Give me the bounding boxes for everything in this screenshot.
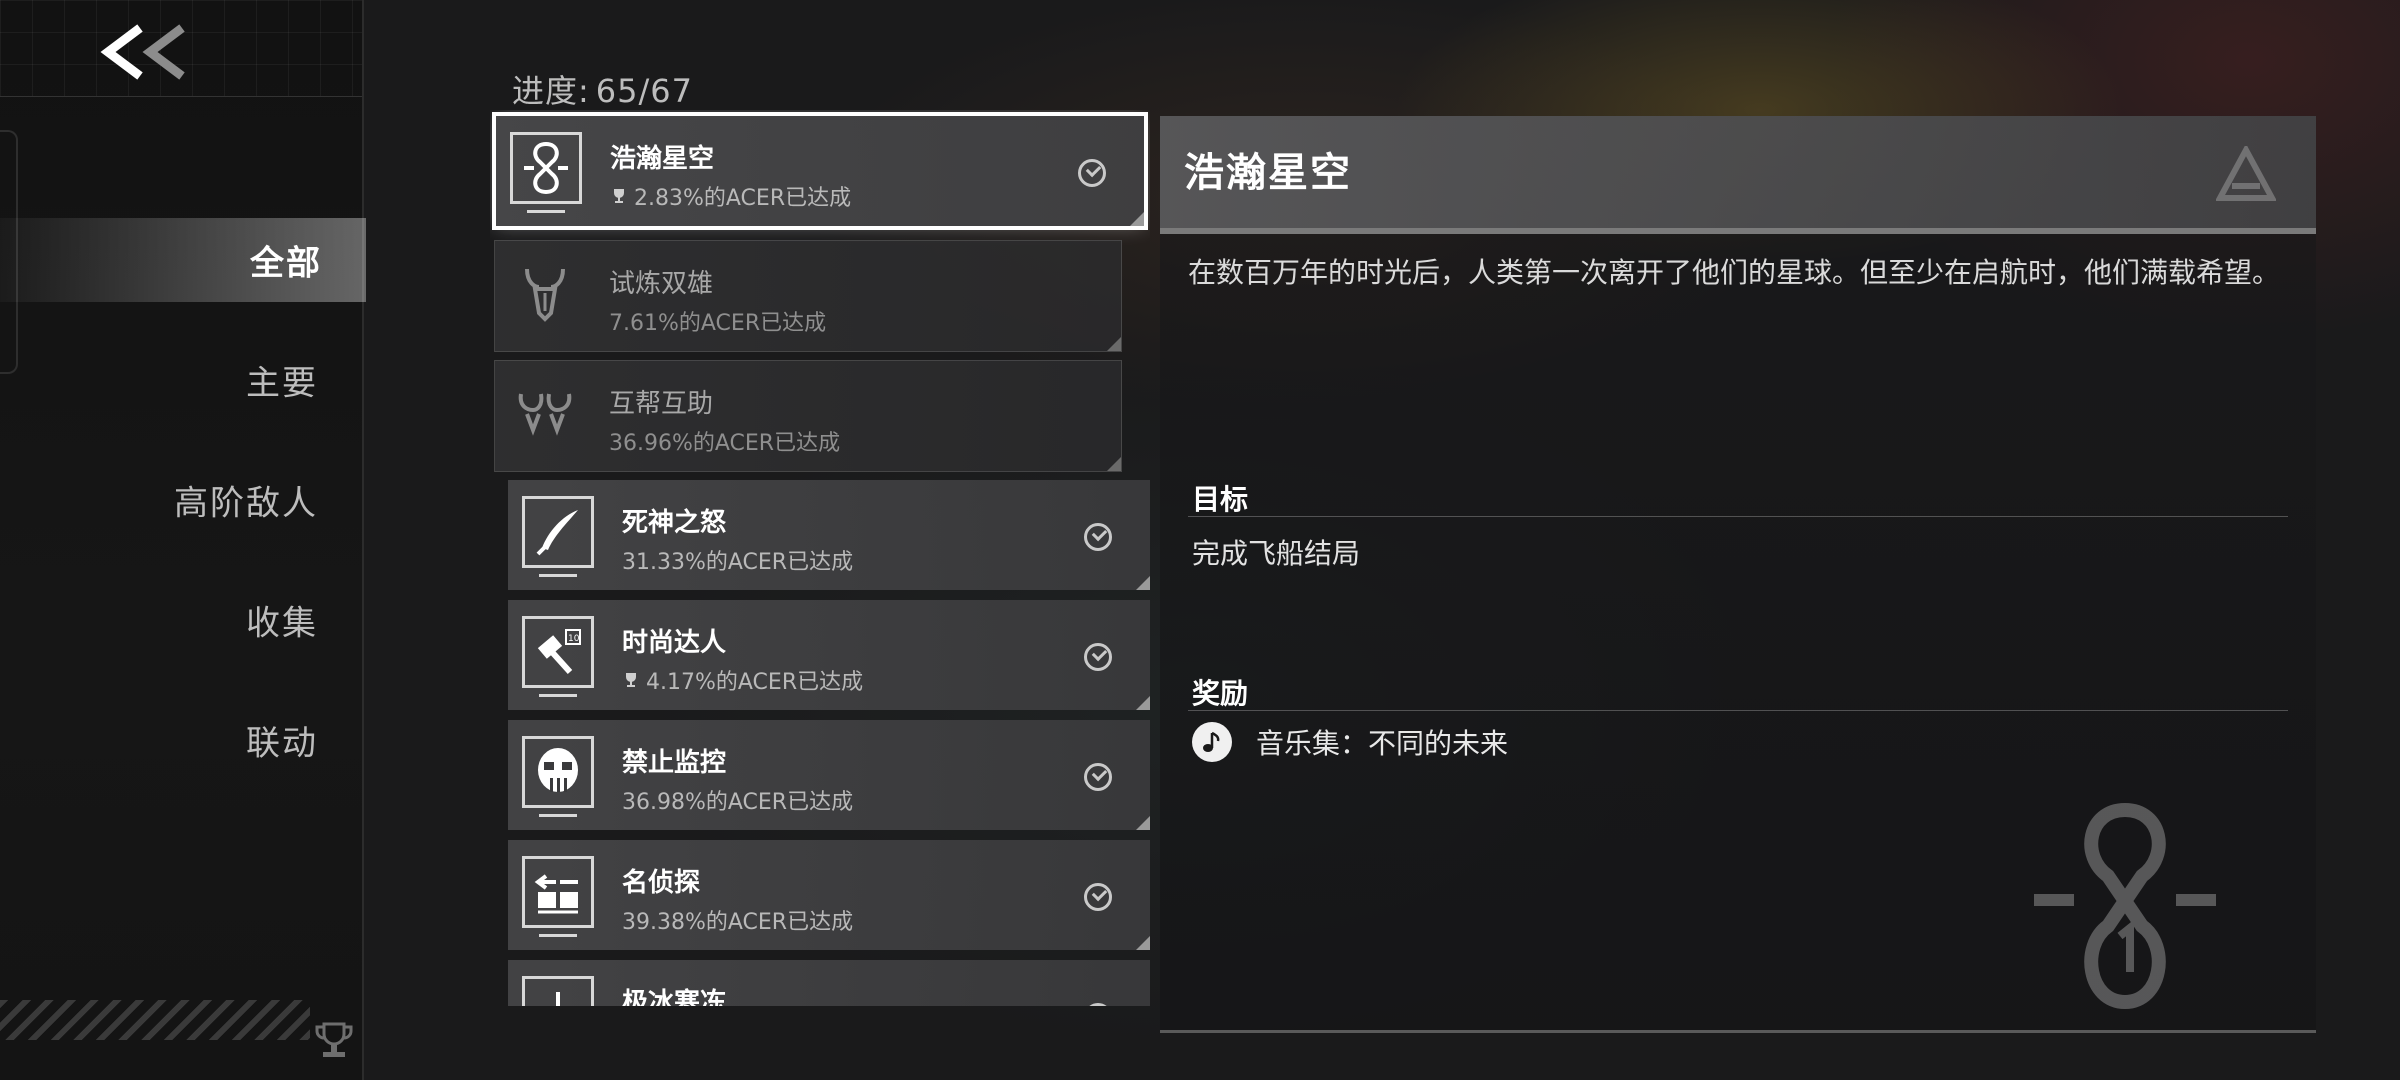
goal-label: 目标 [1192,483,1249,516]
nav-item-collection[interactable]: 收集 [0,578,362,662]
achievement-card[interactable]: 极冰寒冻 [508,960,1150,1006]
trophy-icon [626,673,636,687]
nav-item-elite-enemies[interactable]: 高阶敌人 [0,458,362,542]
nav-label: 全部 [250,243,322,284]
nav-label: 高阶敌人 [174,483,318,524]
achievement-rate-text: 36.98%的ACER已达成 [622,790,854,815]
reward-divider [1188,710,2288,711]
nav-label: 联动 [246,723,318,764]
hammer-10-icon: 10 [522,616,594,697]
detail-description: 在数百万年的时光后，人类第一次离开了他们的星球。但至少在启航时，他们满载希望。 [1188,256,2281,289]
achievement-rate: 2.83%的ACER已达成 [610,180,851,212]
progress-value: 65/67 [595,72,694,110]
completed-check-icon [1084,883,1112,911]
back-button[interactable] [96,14,196,90]
achievement-card[interactable]: 互帮互助 36.96%的ACER已达成 [494,360,1122,472]
achievement-rate-text: 7.61%的ACER已达成 [609,311,827,336]
double-chevron-left-icon [100,24,185,80]
card-corner [1136,936,1150,950]
trophy-icon [312,1018,356,1062]
detail-title: 浩瀚星空 [1184,150,1352,196]
achievement-rate: 7.61%的ACER已达成 [609,305,826,337]
achievement-card[interactable]: 死神之怒 31.33%的ACER已达成 [508,480,1150,590]
infinity-emblem-icon [2034,802,2216,1010]
achievement-rate-text: 36.96%的ACER已达成 [609,431,841,456]
achievement-title: 试炼双雄 [609,269,714,299]
completed-check-icon [1084,523,1112,551]
goal-text: 完成飞船结局 [1192,537,1361,570]
card-corner [1136,696,1150,710]
achievement-list[interactable]: 浩瀚星空 2.83%的ACER已达成 试炼双雄 7.61%的ACER已达成 互帮… [490,110,1150,1006]
achievement-card[interactable]: 名侦探 39.38%的ACER已达成 [508,840,1150,950]
achievement-rate: 36.96%的ACER已达成 [609,425,840,457]
detail-header: 浩瀚星空 [1160,116,2316,234]
nav-item-main[interactable]: 主要 [0,338,362,422]
achievement-rate: 36.98%的ACER已达成 [622,784,853,816]
achievement-title: 死神之怒 [622,508,727,538]
card-corner [1107,337,1121,351]
achievement-rate: 31.33%的ACER已达成 [622,544,853,576]
svg-text:10: 10 [568,634,580,644]
magnifier-icon [522,856,594,937]
achievement-rate-text: 4.17%的ACER已达成 [646,670,864,695]
progress-indicator: 进度: 65/67 [512,66,693,112]
nav-item-collab[interactable]: 联动 [0,698,362,782]
card-corner [1136,816,1150,830]
card-corner [1107,457,1121,471]
trophy-icon [614,189,624,203]
card-corner [1136,576,1150,590]
card-corner [1130,212,1144,226]
achievement-card[interactable]: 10 时尚达人 4.17%的ACER已达成 [508,600,1150,710]
nav-item-all[interactable]: 全部 [0,218,366,302]
completed-check-icon [1078,159,1106,187]
achievement-title: 时尚达人 [622,628,727,658]
achievement-rate-text: 2.83%的ACER已达成 [634,186,852,211]
completed-check-icon [1084,643,1112,671]
achievement-title: 名侦探 [622,868,701,898]
achievement-title: 禁止监控 [622,748,727,778]
achievement-title: 极冰寒冻 [622,988,727,1006]
horned-helmet-icon [509,257,581,329]
reward-item: 音乐集：不同的未来 [1192,722,1508,762]
achievement-rate-text: 31.33%的ACER已达成 [622,550,854,575]
nav-label: 主要 [246,363,318,404]
achievement-rate: 39.38%的ACER已达成 [622,904,853,936]
achievement-rate: 4.17%的ACER已达成 [622,664,863,696]
ice-icon [522,976,594,1006]
blade-icon [522,496,594,577]
achievement-title: 互帮互助 [609,389,714,419]
infinity-emblem-icon [510,132,582,213]
completed-check-icon [1084,763,1112,791]
nav-label: 收集 [246,603,318,644]
robot-head-icon [522,736,594,817]
reward-label: 奖励 [1192,677,1249,710]
decorative-stripes [0,1000,310,1040]
sidebar: 全部 主要 高阶敌人 收集 联动 [0,0,366,1080]
achievement-rate-text: 39.38%的ACER已达成 [622,910,854,935]
goal-divider [1188,516,2288,517]
music-note-icon [1192,722,1232,762]
progress-label: 进度: [512,72,590,110]
achievement-card[interactable]: 禁止监控 36.98%的ACER已达成 [508,720,1150,830]
achievement-card[interactable]: 浩瀚星空 2.83%的ACER已达成 [496,116,1144,226]
achievement-title: 浩瀚星空 [610,144,715,174]
category-nav: 全部 主要 高阶敌人 收集 联动 [0,218,366,818]
twin-horns-icon [509,377,581,449]
achievement-detail-panel: 浩瀚星空 在数百万年的时光后，人类第一次离开了他们的星球。但至少在启航时，他们满… [1160,116,2316,1033]
reward-text: 音乐集：不同的未来 [1256,727,1509,760]
achievement-card[interactable]: 试炼双雄 7.61%的ACER已达成 [494,240,1122,352]
completed-check-icon [1084,1003,1112,1006]
game-logo-icon [2216,146,2276,201]
